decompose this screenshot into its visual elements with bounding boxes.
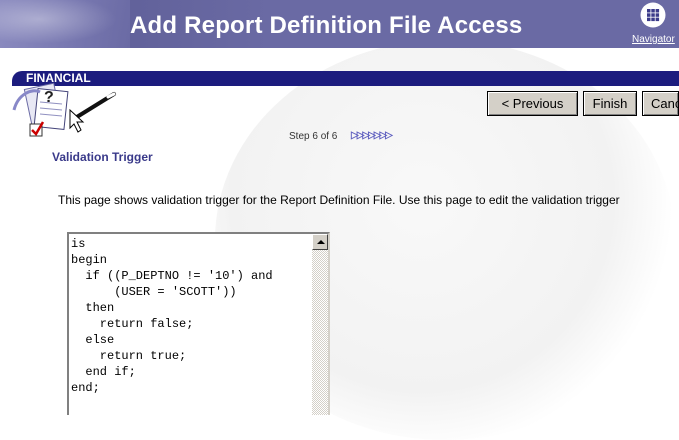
cancel-button[interactable]: Canc <box>642 91 679 116</box>
validation-trigger-code[interactable]: is begin if ((P_DEPTNO != '10') and (USE… <box>71 236 311 415</box>
grid-icon[interactable] <box>640 2 666 28</box>
header-artwork <box>0 0 130 48</box>
step-progress-arrows: ▷▷▷▷▷▷▷ <box>351 130 393 141</box>
navigator-link[interactable]: Navigator <box>632 34 675 45</box>
finish-button[interactable]: Finish <box>583 91 637 116</box>
page-description: This page shows validation trigger for t… <box>58 193 620 207</box>
previous-button[interactable]: < Previous <box>487 91 578 116</box>
wizard-icon: ? <box>12 82 116 137</box>
section-subtitle: Validation Trigger <box>52 150 153 164</box>
step-indicator: Step 6 of 6 <box>289 131 338 142</box>
svg-text:?: ? <box>44 89 54 106</box>
scroll-up-arrow-icon[interactable] <box>312 234 328 250</box>
validation-trigger-editor[interactable]: is begin if ((P_DEPTNO != '10') and (USE… <box>67 232 330 415</box>
vertical-scrollbar[interactable] <box>312 234 328 415</box>
header-bar: Add Report Definition File Access Naviga… <box>0 0 679 48</box>
page-title: Add Report Definition File Access <box>130 12 523 39</box>
